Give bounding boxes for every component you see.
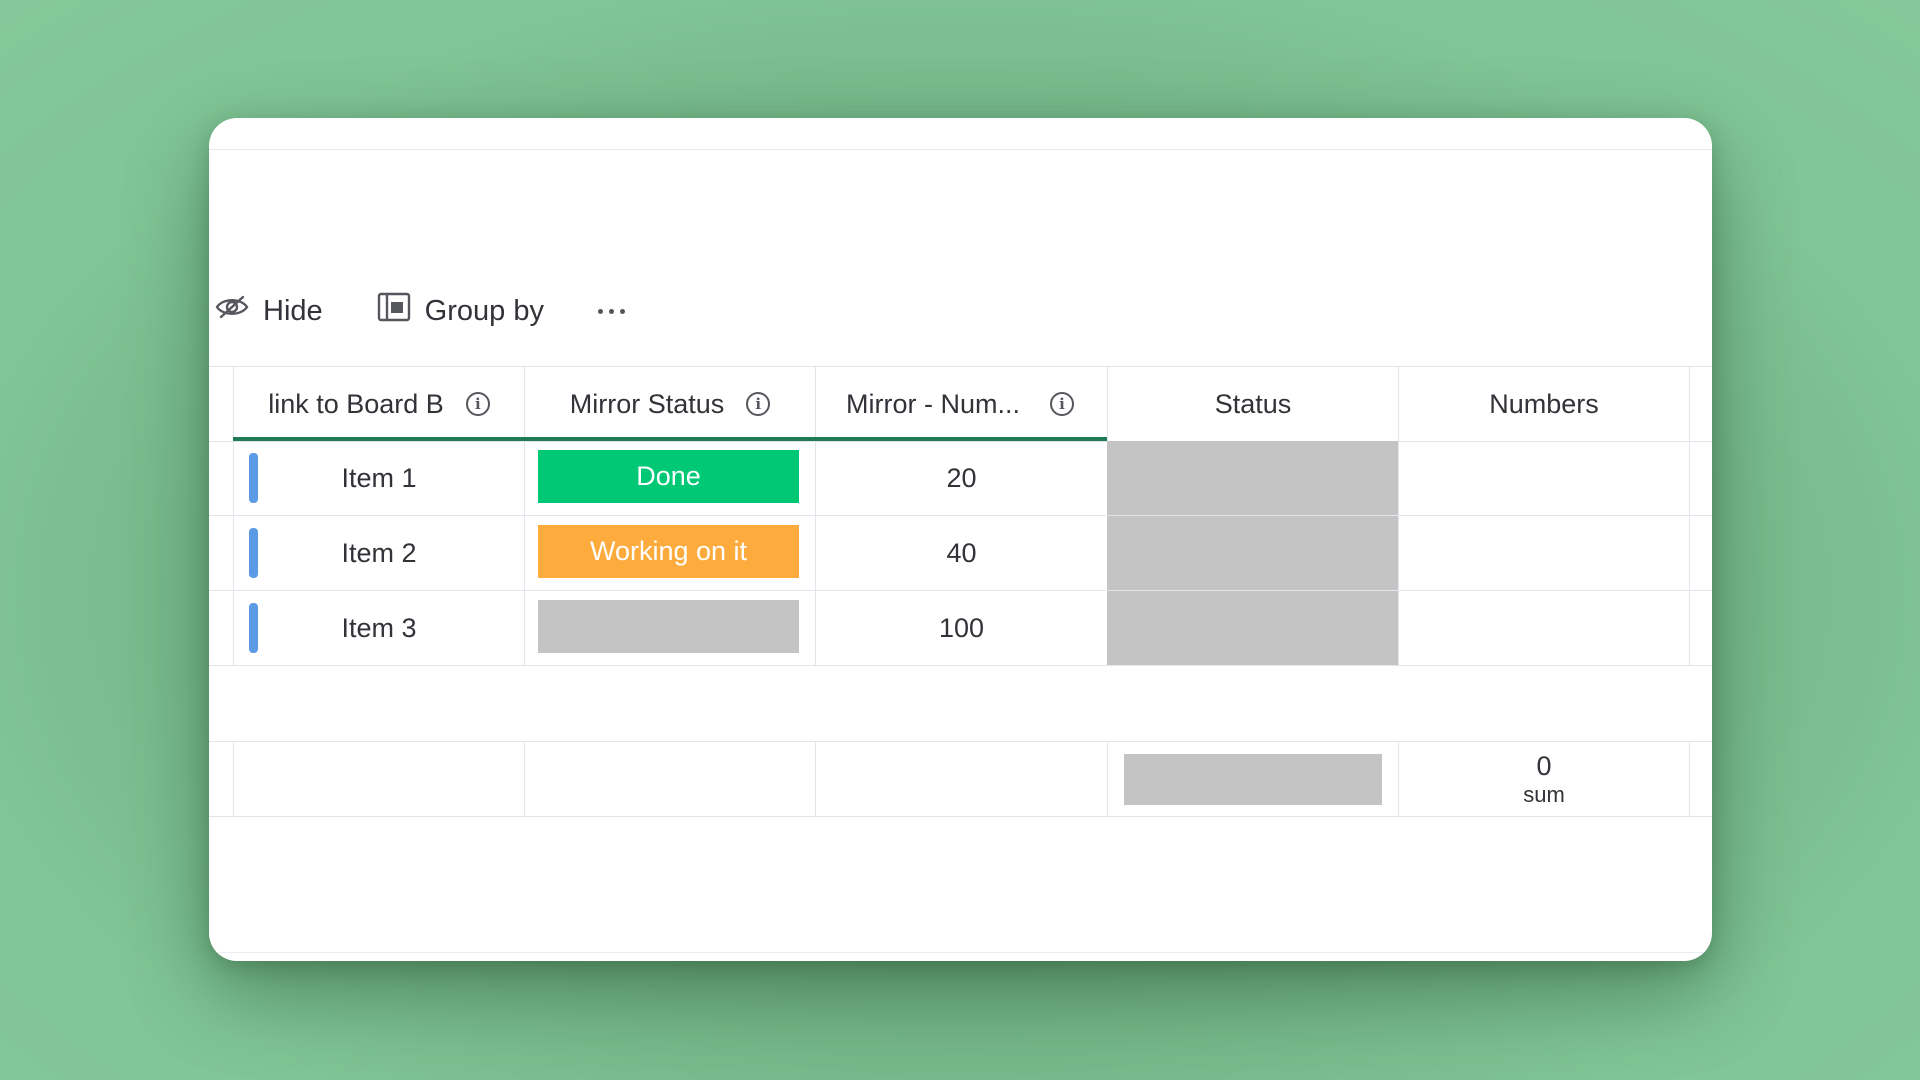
column-header-label: Numbers	[1489, 388, 1599, 419]
column-header-label: Mirror - Num...	[846, 388, 1020, 419]
column-header-status[interactable]: Status	[1107, 367, 1398, 441]
eye-slash-icon	[215, 294, 249, 328]
status-label-empty[interactable]	[538, 600, 799, 653]
group-by-button[interactable]: Group by	[377, 292, 544, 330]
summary-cell-empty	[233, 742, 524, 816]
status-summary-cell[interactable]	[1107, 742, 1398, 816]
status-label-working-on-it[interactable]: Working on it	[538, 525, 799, 578]
mirror-number-cell[interactable]: 40	[815, 516, 1107, 590]
item-name: Item 2	[341, 537, 417, 568]
item-color-bar	[249, 603, 258, 653]
numbers-summary-cell[interactable]: 0 sum	[1398, 742, 1689, 816]
table-row[interactable]: Item 2 Working on it 40	[209, 516, 1712, 591]
mirror-status-cell[interactable]: Done	[524, 441, 815, 515]
more-horizontal-icon[interactable]	[597, 308, 625, 314]
numbers-cell-empty[interactable]	[1398, 516, 1689, 590]
mirror-number-value: 40	[946, 537, 977, 568]
summary-cell-empty	[524, 742, 815, 816]
column-header-label: link to Board B	[268, 388, 444, 419]
status-cell-empty[interactable]	[1107, 441, 1398, 515]
summary-row: 0 sum	[209, 741, 1712, 817]
status-cell-empty[interactable]	[1107, 591, 1398, 665]
item-name: Item 3	[341, 612, 417, 643]
mirror-number-value: 100	[938, 612, 985, 643]
mirror-number-value: 20	[946, 462, 977, 493]
status-summary-bar	[1124, 754, 1382, 805]
info-icon[interactable]: i	[746, 392, 771, 416]
item-cell[interactable]: Item 1	[233, 441, 524, 515]
board-card: Hide Group by link to Board B i Mirror S…	[209, 118, 1712, 961]
column-header-link-to-board-b[interactable]: link to Board B i	[233, 367, 524, 441]
mirror-status-cell[interactable]: Working on it	[524, 516, 815, 590]
item-cell[interactable]: Item 2	[233, 516, 524, 590]
row-spacer	[1689, 516, 1712, 590]
table-header-row: link to Board B i Mirror Status i Mirror…	[209, 366, 1712, 442]
info-icon[interactable]: i	[1049, 392, 1074, 416]
column-header-label: Mirror Status	[569, 388, 725, 419]
summary-cell-empty	[815, 742, 1107, 816]
item-color-bar	[249, 528, 258, 578]
bottom-divider	[209, 952, 1712, 953]
toolbar: Hide Group by	[215, 292, 625, 330]
hide-button[interactable]: Hide	[215, 294, 323, 328]
row-spacer	[1689, 591, 1712, 665]
row-spacer	[1689, 742, 1712, 816]
column-header-numbers[interactable]: Numbers	[1398, 367, 1689, 441]
mirror-number-cell[interactable]: 20	[815, 441, 1107, 515]
row-spacer	[1689, 441, 1712, 515]
item-color-bar	[249, 453, 258, 503]
top-divider	[209, 149, 1712, 150]
table-row[interactable]: Item 1 Done 20	[209, 441, 1712, 516]
numbers-cell-empty[interactable]	[1398, 591, 1689, 665]
item-cell[interactable]: Item 3	[233, 591, 524, 665]
info-icon[interactable]: i	[465, 392, 490, 416]
group-by-icon	[377, 292, 411, 330]
numbers-sum-label: sum	[1523, 781, 1565, 807]
numbers-cell-empty[interactable]	[1398, 441, 1689, 515]
mirror-number-cell[interactable]: 100	[815, 591, 1107, 665]
table-row[interactable]: Item 3 100	[209, 591, 1712, 666]
column-spacer	[1689, 367, 1712, 441]
numbers-sum-value: 0	[1536, 750, 1552, 781]
mirror-status-cell[interactable]	[524, 591, 815, 665]
hide-label: Hide	[263, 294, 323, 327]
column-header-label: Status	[1214, 388, 1292, 419]
status-label-done[interactable]: Done	[538, 450, 799, 503]
item-name: Item 1	[341, 462, 417, 493]
group-by-label: Group by	[424, 294, 544, 327]
column-header-mirror-number[interactable]: Mirror - Num... i	[815, 367, 1107, 441]
column-header-mirror-status[interactable]: Mirror Status i	[524, 367, 815, 441]
status-cell-empty[interactable]	[1107, 516, 1398, 590]
